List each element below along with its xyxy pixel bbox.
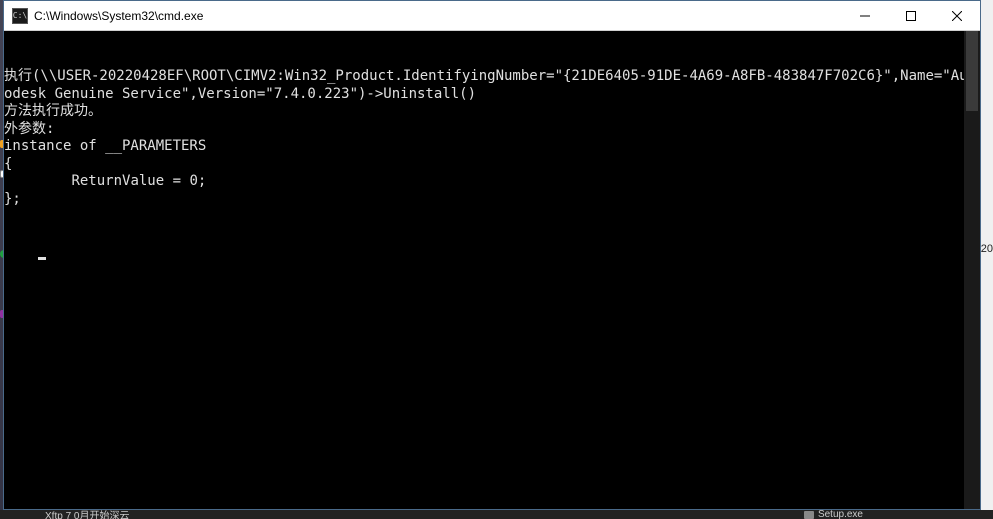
cmd-icon-label: C:\ [13, 12, 27, 20]
cmd-window: C:\ C:\Windows\System32\cmd.exe 执行(\\USE… [3, 0, 981, 510]
terminal-line: 方法执行成功。 [4, 103, 980, 121]
maximize-icon [906, 11, 916, 21]
window-title: C:\Windows\System32\cmd.exe [34, 9, 842, 23]
taskbar-item-right[interactable]: Setup.exe [804, 510, 863, 519]
terminal-output: 执行(\\USER-20220428EF\ROOT\CIMV2:Win32_Pr… [4, 68, 980, 226]
close-icon [952, 11, 962, 21]
terminal-line: ReturnValue = 0; [4, 173, 980, 191]
terminal-line: 外参数: [4, 121, 980, 139]
window-controls [842, 1, 980, 30]
taskbar-right-label: Setup.exe [818, 510, 863, 519]
close-button[interactable] [934, 1, 980, 30]
terminal-line: }; [4, 191, 980, 209]
terminal-line: 执行(\\USER-20220428EF\ROOT\CIMV2:Win32_Pr… [4, 68, 980, 103]
terminal-line: instance of __PARAMETERS [4, 138, 980, 156]
maximize-button[interactable] [888, 1, 934, 30]
terminal-line: { [4, 156, 980, 174]
taskbar-fragment[interactable]: Xftp 7 0月开始深云 Setup.exe [0, 510, 993, 519]
terminal-cursor [38, 257, 46, 260]
setup-icon [804, 511, 814, 519]
taskbar-item-left[interactable]: Xftp 7 0月开始深云 [45, 510, 129, 519]
terminal-scrollbar[interactable] [964, 31, 980, 509]
terminal-line [4, 208, 980, 226]
background-window-edge: 20 [980, 0, 993, 519]
cmd-icon: C:\ [12, 8, 28, 24]
titlebar[interactable]: C:\ C:\Windows\System32\cmd.exe [4, 1, 980, 31]
background-text-fragment: 20 [981, 243, 993, 255]
minimize-icon [860, 11, 870, 21]
minimize-button[interactable] [842, 1, 888, 30]
terminal-area[interactable]: 执行(\\USER-20220428EF\ROOT\CIMV2:Win32_Pr… [4, 31, 980, 509]
scrollbar-thumb[interactable] [966, 31, 978, 111]
